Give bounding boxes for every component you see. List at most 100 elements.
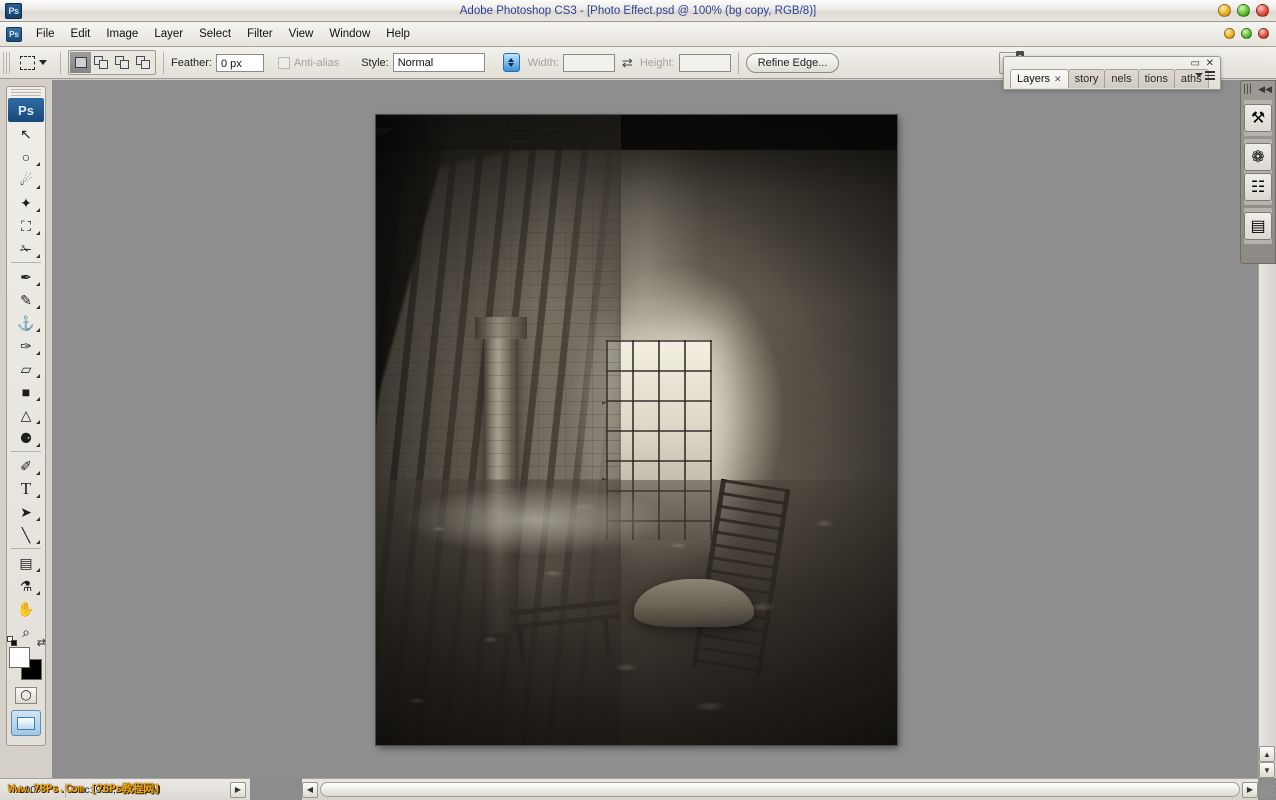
eraser-icon: ▱ [20, 360, 32, 377]
tool-preset-picker[interactable] [14, 55, 53, 70]
maximize-button[interactable] [1237, 4, 1250, 17]
panel-menu-icon[interactable] [1195, 71, 1215, 80]
scroll-up-arrow[interactable]: ▲ [1259, 746, 1275, 762]
menu-item-window[interactable]: Window [321, 25, 378, 43]
palette-minimize-icon[interactable]: ▭ [1191, 59, 1200, 69]
dodge-tool[interactable]: ⚈ [9, 426, 43, 449]
close-icon[interactable]: ✕ [1054, 74, 1062, 84]
style-select[interactable]: Normal [392, 53, 485, 72]
magic-wand-tool[interactable]: ✦ [9, 191, 43, 214]
tab-actions[interactable]: tions [1137, 69, 1175, 88]
options-bar-grip[interactable] [3, 51, 10, 74]
menu-item-edit[interactable]: Edit [63, 25, 99, 43]
window-resize-grip[interactable] [1261, 785, 1274, 798]
aspect-lock-button[interactable] [502, 53, 520, 72]
swap-colors-icon[interactable]: ⇄ [37, 636, 46, 649]
menu-item-file[interactable]: File [28, 25, 63, 43]
scroll-down-arrow[interactable]: ▼ [1259, 762, 1275, 778]
menu-item-layer[interactable]: Layer [146, 25, 191, 43]
foreground-color-swatch[interactable] [9, 647, 30, 668]
default-colors-icon[interactable] [7, 636, 18, 646]
document-close-button[interactable] [1258, 28, 1269, 39]
path-selection-icon: ➤ [20, 503, 32, 520]
type-icon: T [20, 479, 32, 498]
selection-mode-group [68, 50, 156, 75]
window-controls [1218, 4, 1269, 17]
screen-mode-icon [17, 716, 35, 730]
lasso-tool[interactable]: ☄ [9, 168, 43, 191]
healing-brush-tool[interactable]: ✒ [9, 265, 43, 288]
menu-item-filter[interactable]: Filter [239, 25, 281, 43]
gradient-tool[interactable]: ■ [9, 380, 43, 403]
subtract-from-selection-button[interactable] [112, 52, 133, 73]
palette-tab-strip: Layers ✕ story nels tions aths [1010, 69, 1209, 88]
brushes-panel-button[interactable]: ❁ [1244, 143, 1272, 171]
toolbox-grip[interactable] [11, 89, 41, 97]
height-input[interactable] [678, 53, 731, 72]
move-tool[interactable]: ↖ [9, 122, 43, 145]
close-button[interactable] [1256, 4, 1269, 17]
clone-stamp-icon: ⚓ [17, 314, 35, 331]
menu-item-select[interactable]: Select [191, 25, 239, 43]
menu-item-view[interactable]: View [281, 25, 322, 43]
path-selection-tool[interactable]: ➤ [9, 500, 43, 523]
crop-tool[interactable]: ⛶ [9, 214, 43, 237]
tab-layers[interactable]: Layers ✕ [1010, 69, 1069, 88]
eraser-tool[interactable]: ▱ [9, 357, 43, 380]
site-watermark: Www.78Ps.Com [78Ps教程网] [8, 782, 161, 795]
new-selection-icon [74, 57, 87, 68]
dock-grip[interactable] [1244, 84, 1252, 94]
anti-alias-checkbox[interactable] [277, 56, 290, 69]
document-system-menu-icon[interactable]: Ps [6, 26, 22, 42]
document-image[interactable] [376, 115, 897, 745]
menu-item-image[interactable]: Image [98, 25, 146, 43]
width-label: Width: [527, 56, 559, 69]
feather-input[interactable]: 0 px [215, 53, 264, 72]
history-brush-tool[interactable]: ✑ [9, 334, 43, 357]
add-to-selection-button[interactable] [91, 52, 112, 73]
brush-icon: ✎ [20, 291, 32, 308]
status-popup-arrow[interactable]: ▶ [230, 781, 246, 798]
dock-group-brushes: ❁ ☷ [1244, 139, 1272, 205]
collapse-dock-icon[interactable]: ◀◀ [1258, 84, 1272, 95]
swap-dimensions-icon[interactable]: ⇄ [622, 55, 633, 71]
divider [11, 451, 41, 452]
horizontal-scroll-thumb[interactable] [320, 782, 1240, 797]
tab-channels[interactable]: nels [1104, 69, 1139, 88]
line-tool[interactable]: ╲ [9, 523, 43, 546]
type-tool[interactable]: T [9, 477, 43, 500]
tab-layers-label: Layers [1017, 73, 1051, 85]
intersect-with-selection-button[interactable] [133, 52, 154, 73]
hand-tool[interactable]: ✋ [9, 597, 43, 620]
standard-mode-button[interactable]: ◯ [15, 687, 37, 704]
slice-tool[interactable]: ✁ [9, 237, 43, 260]
application-title-bar: Ps Adobe Photoshop CS3 - [Photo Effect.p… [0, 0, 1276, 22]
document-maximize-button[interactable] [1241, 28, 1252, 39]
floating-palette-group[interactable]: ▭ ✕ Layers ✕ story nels tions aths [1003, 56, 1221, 90]
screen-mode-button[interactable] [11, 710, 41, 736]
blur-tool[interactable]: △ [9, 403, 43, 426]
tool-presets-panel-button[interactable]: ⚒ [1244, 104, 1272, 132]
document-minimize-button[interactable] [1224, 28, 1235, 39]
clone-source-panel-button[interactable]: ☷ [1244, 173, 1272, 201]
eyedropper-tool[interactable]: ⚗ [9, 574, 43, 597]
tab-history[interactable]: story [1067, 69, 1106, 88]
scroll-left-arrow[interactable]: ◀ [302, 781, 318, 798]
menu-item-help[interactable]: Help [378, 25, 418, 43]
new-selection-button[interactable] [70, 52, 91, 73]
photoshop-application-window: Ps Adobe Photoshop CS3 - [Photo Effect.p… [0, 0, 1276, 800]
elliptical-marquee-tool[interactable]: ○ [9, 145, 43, 168]
notes-tool[interactable]: ▤ [9, 551, 43, 574]
width-input[interactable] [562, 53, 615, 72]
pen-tool[interactable]: ✐ [9, 454, 43, 477]
horizontal-scrollbar[interactable]: ◀ ▶ [302, 778, 1258, 800]
clone-stamp-tool[interactable]: ⚓ [9, 311, 43, 334]
scroll-right-arrow[interactable]: ▶ [1242, 781, 1258, 798]
minimize-button[interactable] [1218, 4, 1231, 17]
canvas-area[interactable] [52, 80, 1258, 778]
layer-comps-panel-button[interactable]: ▤ [1244, 212, 1272, 240]
brush-tool[interactable]: ✎ [9, 288, 43, 311]
palette-close-icon[interactable]: ✕ [1206, 59, 1214, 69]
refine-edge-button[interactable]: Refine Edge... [745, 52, 840, 73]
move-icon: ↖ [20, 125, 32, 142]
